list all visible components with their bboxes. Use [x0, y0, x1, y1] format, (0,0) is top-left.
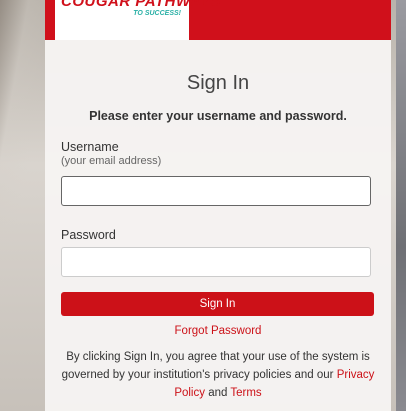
sign-in-card: Sign In Please enter your username and p…: [45, 40, 391, 411]
username-label: Username: [61, 140, 119, 154]
password-label: Password: [61, 228, 116, 242]
username-input[interactable]: [61, 176, 371, 206]
forgot-password-link[interactable]: Forgot Password: [45, 325, 391, 337]
legal-notice: By clicking Sign In, you agree that your…: [59, 348, 377, 402]
username-hint: (your email address): [61, 155, 162, 167]
logo-text: COUGAR PATHWAYS: [61, 0, 221, 10]
legal-and: and: [205, 387, 231, 399]
logo: COUGAR PATHWAYS TO SUCCESS!: [55, 0, 221, 40]
window-edge: [396, 0, 406, 411]
terms-link[interactable]: Terms: [230, 387, 261, 399]
password-input[interactable]: [61, 247, 371, 277]
page-subtitle: Please enter your username and password.: [89, 109, 347, 123]
logo-tagline: TO SUCCESS!: [133, 10, 181, 17]
legal-text: By clicking Sign In, you agree that your…: [61, 351, 370, 381]
sign-in-button[interactable]: Sign In: [61, 292, 374, 316]
page-title: Sign In: [186, 72, 250, 94]
